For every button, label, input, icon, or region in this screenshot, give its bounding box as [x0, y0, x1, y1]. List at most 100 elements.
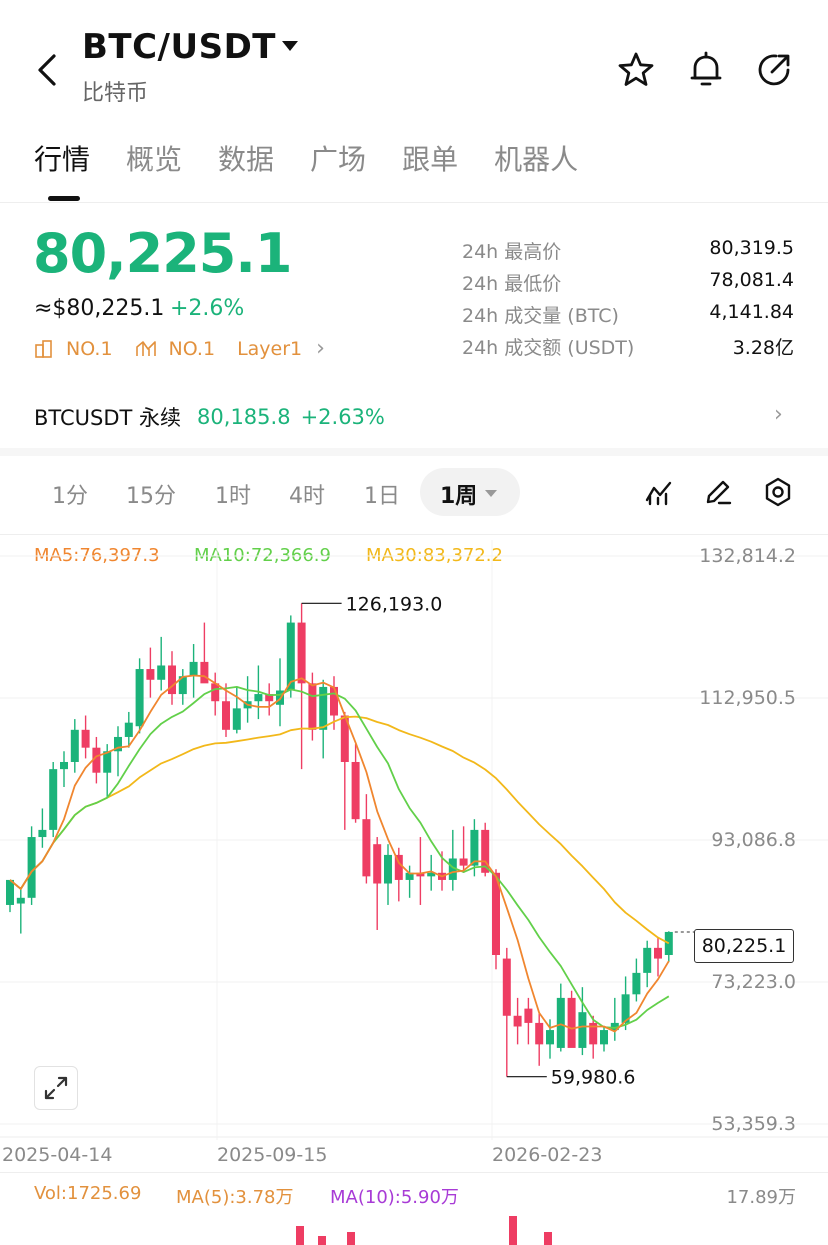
low-marker-label: 59,980.6: [551, 1067, 636, 1089]
rank-row[interactable]: NO.1 NO.1 Layer1 ›: [34, 336, 347, 361]
volume-bars: [296, 1216, 552, 1245]
stat-row: 24h 成交量 (BTC) 4,141.84: [462, 301, 794, 327]
candle-body: [524, 1008, 533, 1023]
pair-dropdown-icon[interactable]: [282, 41, 298, 51]
volume-ma5-legend: MA(5):3.78万: [176, 1187, 294, 1208]
star-favorite-icon[interactable]: [616, 50, 656, 90]
x-axis-label: 2025-04-14: [2, 1144, 113, 1166]
tf-15m[interactable]: 15分: [126, 478, 176, 510]
perpetual-change: +2.63%: [300, 405, 385, 429]
trend-rank-icon: [135, 340, 156, 356]
candle-body: [254, 694, 263, 702]
candle-body: [232, 708, 241, 730]
volume-bar: [347, 1232, 355, 1245]
tab-bots[interactable]: 机器人: [494, 138, 578, 178]
candle-body: [308, 683, 317, 730]
indicator-icon[interactable]: [643, 476, 675, 508]
volume-bar: [509, 1216, 517, 1245]
y-axis-label: 132,814.2: [699, 545, 796, 567]
bell-alert-icon[interactable]: [686, 50, 726, 90]
volume-bar: [318, 1236, 326, 1245]
candle-body: [189, 661, 198, 677]
tf-1m[interactable]: 1分: [52, 478, 88, 510]
tab-overview[interactable]: 概览: [126, 138, 182, 178]
tab-market[interactable]: 行情: [34, 138, 90, 178]
candle-body: [384, 854, 392, 884]
rank-bars-icon: [35, 339, 52, 358]
stats-panel: 24h 最高价 80,319.5 24h 最低价 78,081.4 24h 成交量 …: [462, 237, 794, 365]
candle-body: [319, 686, 328, 730]
tf-1d[interactable]: 1日: [364, 478, 400, 510]
last-price: 80,225.1: [33, 222, 292, 285]
y-axis-label: 73,223.0: [711, 971, 796, 993]
candle-body: [556, 997, 565, 1048]
volume-max-label: 17.89万: [726, 1187, 796, 1208]
tab-copy-trading[interactable]: 跟单: [402, 138, 458, 178]
coin-name: 比特币: [82, 81, 149, 106]
back-arrow-icon[interactable]: [30, 50, 66, 90]
y-axis-label: 53,359.3: [711, 1113, 796, 1135]
tab-data[interactable]: 数据: [218, 138, 274, 178]
y-axis-label: 93,086.8: [711, 829, 796, 851]
candle-body: [297, 622, 306, 684]
category-label: Layer1: [237, 337, 303, 360]
candle-body: [200, 661, 209, 684]
share-icon[interactable]: [754, 50, 794, 90]
price-change-percent: +2.6%: [170, 296, 245, 321]
pair-title[interactable]: BTC/USDT: [82, 27, 276, 67]
tf-dropdown-icon[interactable]: [485, 490, 497, 497]
market-cap-rank[interactable]: NO.1: [34, 338, 113, 360]
candle-body: [27, 837, 36, 898]
tf-4h[interactable]: 4时: [289, 478, 325, 510]
ma10-line: [9, 685, 670, 1029]
ma30-line: [9, 715, 670, 945]
active-tab-indicator: [48, 196, 80, 201]
candle-body: [222, 701, 230, 730]
candle-body: [16, 897, 25, 904]
rank-label-2: NO.1: [168, 337, 216, 360]
kline-chart[interactable]: 126,193.0 59,980.6: [0, 540, 828, 1172]
candle-body: [632, 972, 641, 995]
draw-pencil-icon[interactable]: [702, 476, 734, 508]
last-price-tag: 80,225.1: [694, 929, 794, 963]
candle-body: [330, 686, 338, 716]
fullscreen-button[interactable]: [34, 1066, 78, 1110]
candle-body: [664, 931, 673, 955]
candle-body: [654, 947, 662, 959]
candle-body: [578, 1012, 587, 1048]
volume-bar: [296, 1226, 304, 1245]
candle-body: [168, 665, 176, 695]
volume-bar: [544, 1232, 552, 1245]
candle-body: [502, 958, 511, 1016]
candle-body: [535, 1022, 544, 1045]
candle-body: [81, 729, 90, 748]
candle-body: [643, 947, 652, 973]
volume-rank[interactable]: NO.1: [135, 337, 216, 360]
candle-body: [567, 997, 576, 1048]
candle-body: [600, 1030, 608, 1045]
candle-body: [38, 829, 47, 838]
stat-row: 24h 最低价 78,081.4: [462, 269, 794, 295]
settings-hexagon-icon[interactable]: [762, 476, 794, 508]
tab-square[interactable]: 广场: [310, 138, 366, 178]
category-tag[interactable]: Layer1 ›: [237, 336, 325, 361]
perpetual-row[interactable]: BTCUSDT 永续 80,185.8 +2.63%: [34, 402, 385, 432]
x-axis-label: 2025-09-15: [217, 1144, 328, 1166]
candle-body: [146, 669, 155, 680]
y-axis-label: 112,950.5: [699, 687, 796, 709]
divider: [0, 202, 828, 203]
candle-body: [362, 819, 371, 877]
tf-1w[interactable]: 1周: [440, 478, 477, 510]
stat-row: 24h 最高价 80,319.5: [462, 237, 794, 263]
high-marker-label: 126,193.0: [346, 593, 443, 615]
candle-body: [49, 769, 58, 830]
candle-body: [124, 722, 133, 737]
candle-body: [6, 879, 14, 905]
candle-body: [373, 844, 382, 884]
candle-body: [513, 1015, 522, 1027]
main-tabs: 行情 概览 数据 广场 跟单 机器人: [34, 138, 614, 178]
chevron-right-icon[interactable]: ›: [774, 402, 783, 427]
candle-body: [60, 761, 68, 770]
tf-1h[interactable]: 1时: [215, 478, 251, 510]
chevron-right-icon: ›: [316, 336, 325, 361]
